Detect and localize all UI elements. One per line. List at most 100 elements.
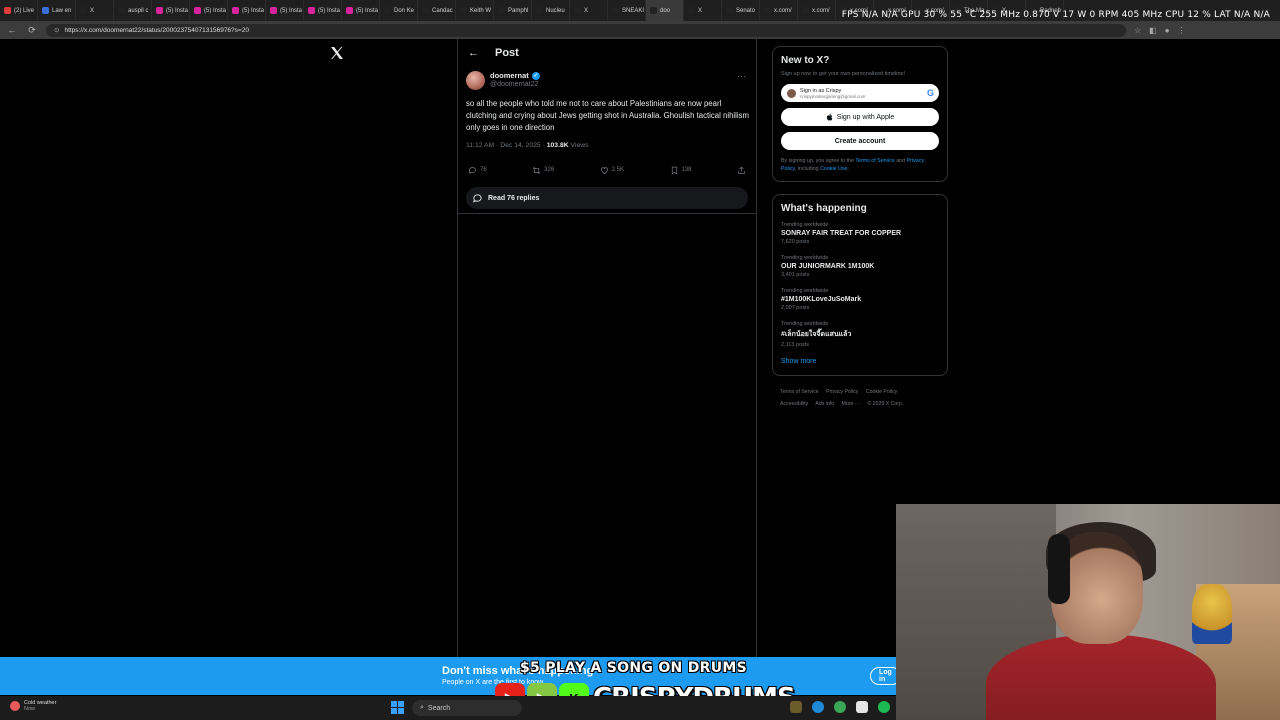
cookie-use-link[interactable]: Cookie Use. <box>820 166 849 172</box>
browser-tab[interactable]: (5) Insta <box>190 0 228 21</box>
terms-of-service-link[interactable]: Terms of Service <box>855 158 894 164</box>
tab-label: X <box>90 7 95 14</box>
browser-tab[interactable]: Candac <box>418 0 456 21</box>
terms-prefix: By signing up, you agree to the <box>781 158 856 164</box>
browser-tab[interactable]: x.com/ <box>798 0 836 21</box>
browser-toolbar: ☆ ◧ ● ⋮ <box>1134 26 1186 35</box>
tab-label: (5) Insta <box>356 7 379 14</box>
browser-tab[interactable]: (5) Insta <box>228 0 266 21</box>
reload-icon[interactable]: ⟳ <box>26 25 38 36</box>
tweet-timestamp[interactable]: 11:12 AM · Dec 14, 2025 · <box>466 142 547 149</box>
footer-link[interactable]: Ads info <box>815 401 834 407</box>
reply-button[interactable]: 76 <box>468 166 487 175</box>
browser-tab[interactable]: X <box>76 0 114 21</box>
tab-favicon-icon <box>270 7 277 14</box>
weather-widget[interactable]: Cold weather Now <box>10 700 56 712</box>
browser-tab[interactable]: (5) Insta <box>342 0 380 21</box>
footer-link[interactable]: Accessibility <box>780 401 808 407</box>
footer-link[interactable]: Privacy Policy <box>826 389 858 395</box>
tab-favicon-icon <box>460 7 467 14</box>
chrome-icon[interactable] <box>834 701 846 713</box>
create-account-button[interactable]: Create account <box>781 132 939 150</box>
taskbar-search[interactable]: ⌕ Search <box>412 700 522 716</box>
tweet-text: so all the people who told me not to car… <box>466 99 750 132</box>
trend-item[interactable]: Trending worldwide #เล็กน้อยใจจี๊ดแสนแล้… <box>781 321 939 348</box>
x-logo-icon[interactable] <box>329 45 345 61</box>
taskbar-app-icon[interactable] <box>856 701 868 713</box>
browser-tab[interactable]: x.com/ <box>760 0 798 21</box>
tab-label: Don Ke <box>394 7 415 14</box>
page-title: Post <box>495 47 519 59</box>
handle[interactable]: @doomernat22 <box>490 81 540 88</box>
whats-happening-title: What's happening <box>781 203 867 214</box>
trend-name: #เล็กน้อยใจจี๊ดแสนแล้ว <box>781 331 852 338</box>
read-replies-label: Read 76 replies <box>488 194 540 202</box>
tab-favicon-icon <box>726 7 733 14</box>
share-button[interactable] <box>737 166 746 175</box>
trend-item[interactable]: Trending worldwide #1M100KLoveJuSoMark 2… <box>781 288 939 311</box>
apple-sign-up-button[interactable]: Sign up with Apple <box>781 108 939 126</box>
browser-tab[interactable]: X <box>684 0 722 21</box>
bookmark-count: 138 <box>681 167 692 173</box>
new-to-x-title: New to X? <box>781 55 830 66</box>
headphones-icon <box>1048 534 1070 604</box>
display-name[interactable]: doomernat <box>490 71 529 80</box>
browser-tab[interactable]: Don Ke <box>380 0 418 21</box>
trend-context: Trending worldwide <box>781 255 829 261</box>
trend-item[interactable]: Trending worldwide OUR JUNIORMARK 1M100K… <box>781 255 939 278</box>
footer-links: Terms of Service Privacy Policy Cookie P… <box>772 386 948 410</box>
repost-button[interactable]: 326 <box>532 166 554 175</box>
tab-favicon-icon <box>802 7 809 14</box>
browser-tab[interactable]: Law en <box>38 0 76 21</box>
taskbar-app-icon[interactable] <box>790 701 802 713</box>
profile-icon[interactable]: ● <box>1165 26 1170 35</box>
browser-tab[interactable]: doo <box>646 0 684 21</box>
browser-tab[interactable]: auspil c <box>114 0 152 21</box>
tab-label: SNEAKI <box>622 7 645 14</box>
new-to-x-subtitle: Sign up now to get your own personalized… <box>781 71 906 77</box>
footer-link[interactable]: Cookie Policy <box>866 389 897 395</box>
read-replies-button[interactable]: Read 76 replies <box>466 187 748 209</box>
create-account-label: Create account <box>834 137 886 145</box>
footer-link[interactable]: More ··· <box>842 401 860 407</box>
tab-favicon-icon <box>536 7 543 14</box>
display-name-row[interactable]: doomernat ✓ <box>490 71 540 80</box>
taskbar: Cold weather Now ⌕ Search <box>0 696 896 720</box>
terms-text: By signing up, you agree to the Terms of… <box>781 157 939 173</box>
footer-link[interactable]: Terms of Service <box>780 389 819 395</box>
browser-tab[interactable]: Pamphl <box>494 0 532 21</box>
browser-tab[interactable]: (5) Insta <box>266 0 304 21</box>
tab-label: (5) Insta <box>280 7 303 14</box>
like-button[interactable]: 2.5K <box>600 166 624 175</box>
edge-icon[interactable] <box>812 701 824 713</box>
tab-favicon-icon <box>42 7 49 14</box>
trend-item[interactable]: Trending worldwide SONRAY FAIR TREAT FOR… <box>781 222 939 245</box>
avatar[interactable] <box>466 71 485 90</box>
browser-tab[interactable]: Nucleu <box>532 0 570 21</box>
bookmark-button[interactable]: 138 <box>670 166 692 175</box>
browser-tab[interactable]: SNEAKI <box>608 0 646 21</box>
spotify-icon[interactable] <box>878 701 890 713</box>
star-icon[interactable]: ☆ <box>1134 26 1141 35</box>
browser-tab[interactable]: Senato <box>722 0 760 21</box>
browser-tab[interactable]: X <box>570 0 608 21</box>
webcam-feed <box>896 504 1280 720</box>
site-info-icon[interactable]: ⊙ <box>54 26 59 34</box>
browser-tab[interactable]: (5) Insta <box>152 0 190 21</box>
windows-start-icon[interactable] <box>391 701 404 714</box>
tab-label: X <box>698 7 703 14</box>
back-arrow-icon[interactable]: ← <box>468 47 479 59</box>
back-arrow-icon[interactable]: ← <box>6 25 18 35</box>
tab-label: Candac <box>432 7 453 14</box>
show-more-link[interactable]: Show more <box>781 358 939 365</box>
extensions-icon[interactable]: ◧ <box>1149 26 1157 35</box>
browser-tab[interactable]: Keith W <box>456 0 494 21</box>
url-field[interactable]: ⊙ https://x.com/doomernat22/status/20002… <box>46 23 1126 37</box>
more-options-icon[interactable]: ··· <box>737 71 746 81</box>
google-sign-in-button[interactable]: Sign in as Crispy crispymostergaming@gma… <box>781 84 939 102</box>
menu-icon[interactable]: ⋮ <box>1178 26 1186 35</box>
trend-posts: 3,401 posts <box>781 272 810 278</box>
whats-happening-card: What's happening Trending worldwide SONR… <box>772 194 948 376</box>
browser-tab[interactable]: (2) Live <box>0 0 38 21</box>
browser-tab[interactable]: (5) Insta <box>304 0 342 21</box>
